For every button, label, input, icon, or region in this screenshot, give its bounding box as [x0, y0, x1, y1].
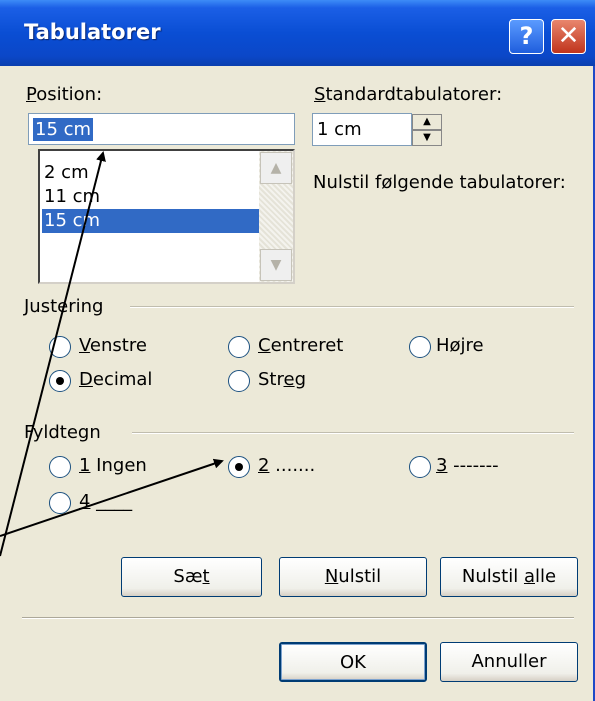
radio-bar-text-b: g — [294, 369, 307, 390]
radio-right[interactable] — [409, 336, 431, 358]
radio-leader-dashes-text: ------- — [447, 455, 499, 476]
reset-all-button-text-b: lle — [535, 566, 557, 587]
standard-tabs-input[interactable]: 1 cm — [312, 113, 412, 146]
radio-leader-underline[interactable] — [49, 492, 71, 514]
alignment-group-divider — [130, 306, 574, 308]
reset-all-button-hotkey: a — [523, 566, 535, 587]
set-button-hotkey: t — [202, 566, 210, 587]
close-button[interactable]: ✕ — [551, 19, 586, 54]
radio-center-text: entreret — [270, 335, 344, 356]
radio-right-label[interactable]: Højre — [436, 335, 484, 356]
position-label-hotkey: P — [26, 84, 37, 105]
radio-leader-none-text: Ingen — [90, 455, 147, 476]
tabs-dialog: Tabulatorer ? ✕ Position: 15 cm 2 cm 11 … — [0, 0, 595, 701]
list-item[interactable]: 11 cm — [42, 185, 262, 209]
radio-leader-underline-text: ____ — [90, 491, 133, 512]
standard-tabs-label: Standardtabulatorer: — [314, 84, 502, 105]
radio-left-hotkey: V — [79, 335, 90, 356]
radio-leader-dashes-hotkey: 3 — [436, 455, 448, 476]
reset-button-hotkey: N — [324, 566, 339, 587]
set-button-text: Sæ — [173, 566, 203, 587]
spin-down-icon[interactable]: ▼ — [412, 130, 442, 146]
radio-decimal-label[interactable]: Decimal — [79, 369, 152, 390]
radio-leader-dots-label[interactable]: 2 ....... — [258, 455, 315, 476]
radio-leader-dots[interactable] — [228, 456, 250, 478]
position-input[interactable]: 15 cm — [28, 113, 295, 145]
position-input-value: 15 cm — [33, 118, 94, 141]
radio-left-label[interactable]: Venstre — [79, 335, 147, 356]
list-scrollbar[interactable]: ▲ ▼ — [259, 151, 293, 282]
list-item[interactable]: 2 cm — [42, 161, 262, 185]
radio-decimal[interactable] — [49, 370, 71, 392]
scroll-up-icon[interactable]: ▲ — [260, 152, 292, 184]
scroll-down-icon[interactable]: ▼ — [260, 249, 292, 281]
radio-center-label[interactable]: Centreret — [258, 335, 343, 356]
reset-all-button[interactable]: Nulstil alle — [440, 557, 578, 597]
leader-group-divider — [132, 432, 574, 434]
set-button[interactable]: Sæt — [121, 557, 262, 597]
leader-group-label: Fyldtegn — [24, 422, 101, 443]
standard-tabs-value: 1 cm — [317, 119, 362, 140]
reset-all-button-text: Nulstil — [461, 566, 524, 587]
radio-bar[interactable] — [228, 370, 250, 392]
radio-leader-none-hotkey: 1 — [79, 455, 91, 476]
dialog-title: Tabulatorer — [24, 20, 161, 44]
radio-leader-none-label[interactable]: 1 Ingen — [79, 455, 147, 476]
list-item-selected[interactable]: 15 cm — [42, 209, 261, 233]
radio-bar-label[interactable]: Streg — [258, 369, 306, 390]
radio-left[interactable] — [49, 336, 71, 358]
position-label-text: osition: — [36, 84, 103, 105]
tab-positions-list[interactable]: 2 cm 11 cm 15 cm ▲ ▼ — [38, 149, 295, 284]
radio-center-hotkey: C — [258, 335, 271, 356]
spin-up-icon[interactable]: ▲ — [412, 114, 442, 130]
radio-bar-text-a: Str — [258, 369, 284, 390]
reset-button[interactable]: Nulstil — [279, 557, 427, 597]
help-button[interactable]: ? — [509, 19, 544, 54]
radio-leader-none[interactable] — [49, 456, 71, 478]
standard-tabs-label-text: tandardtabulatorer: — [325, 84, 503, 105]
radio-leader-dashes[interactable] — [409, 456, 431, 478]
alignment-group-label: Justering — [24, 296, 104, 317]
radio-leader-dashes-label[interactable]: 3 ------- — [436, 455, 499, 476]
radio-leader-dots-hotkey: 2 — [258, 455, 270, 476]
radio-leader-dots-text: ....... — [269, 455, 316, 476]
title-bar[interactable]: Tabulatorer ? ✕ — [0, 0, 595, 66]
footer-separator — [22, 617, 574, 619]
radio-decimal-hotkey: D — [79, 369, 93, 390]
radio-leader-underline-label[interactable]: 4 ____ — [79, 491, 132, 512]
reset-button-text: ulstil — [338, 566, 382, 587]
standard-tabs-hotkey: S — [314, 84, 326, 105]
radio-leader-underline-hotkey: 4 — [79, 491, 91, 512]
radio-bar-hotkey: e — [283, 369, 295, 390]
cancel-button[interactable]: Annuller — [440, 642, 578, 682]
radio-left-text: enstre — [89, 335, 147, 356]
position-label: Position: — [26, 84, 102, 105]
reset-following-label: Nulstil følgende tabulatorer: — [313, 172, 566, 193]
ok-button[interactable]: OK — [279, 642, 427, 682]
radio-decimal-text: ecimal — [92, 369, 153, 390]
standard-tabs-spinner[interactable]: ▲ ▼ — [412, 114, 442, 146]
radio-center[interactable] — [228, 336, 250, 358]
